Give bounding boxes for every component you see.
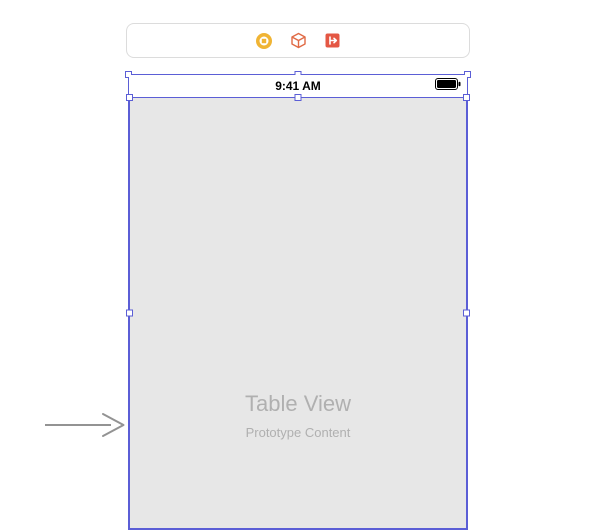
placeholder-subtitle: Prototype Content <box>130 425 466 440</box>
placeholder-title: Table View <box>130 391 466 417</box>
selection-handle[interactable] <box>463 310 470 317</box>
storyboard-entry-arrow[interactable] <box>45 412 127 443</box>
selection-handle[interactable] <box>126 94 133 101</box>
table-view-placeholder: Table View Prototype Content <box>130 391 466 440</box>
device-canvas[interactable]: 9:41 AM Table View Prototype Content <box>128 74 468 530</box>
scene-dock <box>126 23 470 58</box>
status-bar-time: 9:41 AM <box>275 79 321 93</box>
selection-handle[interactable] <box>126 310 133 317</box>
first-responder-icon[interactable] <box>289 32 307 50</box>
selection-handle[interactable] <box>463 94 470 101</box>
table-view[interactable]: Table View Prototype Content <box>129 97 467 529</box>
exit-icon[interactable] <box>323 32 341 50</box>
view-controller-icon[interactable] <box>255 32 273 50</box>
battery-icon <box>435 77 461 95</box>
selection-handle[interactable] <box>295 94 302 101</box>
